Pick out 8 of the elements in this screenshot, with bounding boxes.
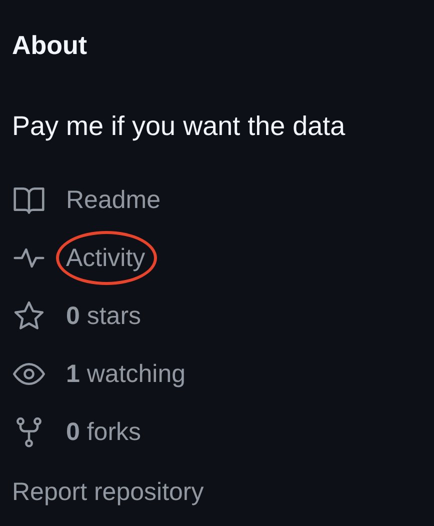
watching-link[interactable]: 1 watching [66,357,186,391]
repository-description: Pay me if you want the data [12,110,346,143]
report-link[interactable]: Report repository [12,475,204,509]
readme-link[interactable]: Readme [66,183,160,217]
stars-link[interactable]: 0 stars [66,299,142,333]
forks-link[interactable]: 0 forks [66,415,142,449]
section-heading: About [12,29,88,62]
activity-link[interactable]: Activity [66,241,146,275]
